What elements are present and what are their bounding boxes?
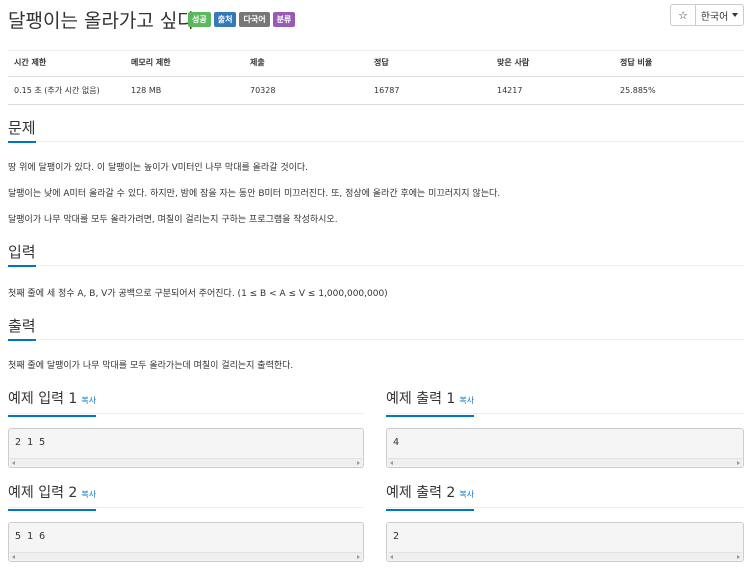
header-memory-limit: 메모리 제한	[125, 50, 244, 77]
header-accepted: 정답	[368, 50, 491, 77]
section-description-header: 문제	[8, 118, 744, 143]
scroll-left-icon[interactable]	[12, 555, 15, 559]
header-time-limit: 시간 제한	[8, 50, 125, 77]
header-solved-users: 맞은 사람	[491, 50, 614, 77]
sample-output-2-box[interactable]: 2	[386, 522, 744, 562]
label-multilang[interactable]: 다국어	[239, 12, 270, 27]
sample-title-text: 예제 입력 1	[8, 391, 78, 407]
description-paragraph: 달팽이는 낮에 A미터 올라갈 수 있다. 하지만, 밤에 잠을 자는 동안 B…	[8, 189, 501, 199]
label-source[interactable]: 출처	[213, 12, 237, 27]
header-submissions: 제출	[244, 50, 368, 77]
output-description: 첫째 줄에 달팽이가 나무 막대를 모두 올라가는데 며칠이 걸리는지 출력한다…	[8, 361, 294, 371]
scroll-left-icon[interactable]	[390, 461, 393, 465]
label-success[interactable]: 성공	[188, 12, 211, 27]
sample-output-1-header: 예제 출력 1 복사	[386, 388, 744, 417]
section-output-header: 출력	[8, 316, 744, 341]
sample-output-1-box[interactable]: 4	[386, 428, 744, 468]
value-ratio: 25.885%	[614, 76, 744, 105]
scroll-left-icon[interactable]	[12, 461, 15, 465]
horizontal-scrollbar[interactable]	[10, 458, 362, 466]
table-header-row: 시간 제한 메모리 제한 제출 정답 맞은 사람 정답 비율	[8, 50, 744, 77]
scroll-right-icon[interactable]	[737, 461, 740, 465]
scroll-right-icon[interactable]	[737, 555, 740, 559]
scroll-right-icon[interactable]	[357, 555, 360, 559]
scroll-right-icon[interactable]	[357, 461, 360, 465]
caret-down-icon	[732, 13, 739, 17]
sample-input-1-title: 예제 입력 1 복사	[8, 390, 97, 417]
favorite-button[interactable]: ☆	[670, 4, 696, 26]
sample-title-text: 예제 출력 2	[386, 485, 456, 501]
sample-input-2-header: 예제 입력 2 복사	[8, 482, 364, 511]
sample-input-1-header: 예제 입력 1 복사	[8, 388, 364, 417]
sample-input-2-code: 5 1 6	[15, 531, 46, 542]
sample-input-1-code: 2 1 5	[15, 437, 46, 448]
copy-button[interactable]: 복사	[459, 396, 474, 405]
problem-header: 달팽이는 올라가고 싶다 성공 출처 다국어 분류 ☆ 한국어	[8, 4, 744, 34]
problem-labels: 성공 출처 다국어 분류	[188, 12, 296, 27]
problem-info-table: 시간 제한 메모리 제한 제출 정답 맞은 사람 정답 비율 0.15 초 (추…	[8, 50, 744, 105]
horizontal-scrollbar[interactable]	[388, 552, 742, 560]
copy-button[interactable]: 복사	[459, 490, 474, 499]
section-description-title: 문제	[8, 119, 36, 143]
sample-title-text: 예제 입력 2	[8, 485, 78, 501]
value-accepted: 16787	[368, 76, 491, 105]
section-output-title: 출력	[8, 317, 36, 341]
section-input-header: 입력	[8, 242, 744, 267]
language-dropdown[interactable]: 한국어	[696, 4, 744, 26]
value-time-limit: 0.15 초 (추가 시간 없음)	[8, 76, 125, 105]
sample-output-1-title: 예제 출력 1 복사	[386, 390, 475, 417]
scroll-left-icon[interactable]	[390, 555, 393, 559]
value-solved-users: 14217	[491, 76, 614, 105]
sample-input-1-box[interactable]: 2 1 5	[8, 428, 364, 468]
section-input-title: 입력	[8, 243, 36, 267]
description-paragraph: 땅 위에 달팽이가 있다. 이 달팽이는 높이가 V미터인 나무 막대를 올라갈…	[8, 163, 309, 173]
sample-title-text: 예제 출력 1	[386, 391, 456, 407]
language-label: 한국어	[700, 11, 729, 23]
sample-output-2-header: 예제 출력 2 복사	[386, 482, 744, 511]
value-memory-limit: 128 MB	[125, 76, 244, 105]
description-paragraph: 달팽이가 나무 막대를 모두 올라가려면, 며칠이 걸리는지 구하는 프로그램을…	[8, 215, 338, 225]
sample-input-2-title: 예제 입력 2 복사	[8, 484, 97, 511]
copy-button[interactable]: 복사	[81, 490, 96, 499]
value-submissions: 70328	[244, 76, 368, 105]
horizontal-scrollbar[interactable]	[388, 458, 742, 466]
sample-output-2-title: 예제 출력 2 복사	[386, 484, 475, 511]
label-category[interactable]: 분류	[272, 12, 296, 27]
star-icon: ☆	[678, 8, 688, 22]
sample-output-2-code: 2	[393, 531, 400, 542]
sample-input-2-box[interactable]: 5 1 6	[8, 522, 364, 562]
sample-output-1-code: 4	[393, 437, 400, 448]
input-description: 첫째 줄에 세 정수 A, B, V가 공백으로 구분되어서 주어진다. (1 …	[8, 289, 388, 299]
header-ratio: 정답 비율	[614, 50, 744, 77]
copy-button[interactable]: 복사	[81, 396, 96, 405]
table-row: 0.15 초 (추가 시간 없음) 128 MB 70328 16787 142…	[8, 76, 744, 105]
header-button-group: ☆ 한국어	[670, 4, 744, 26]
horizontal-scrollbar[interactable]	[10, 552, 362, 560]
problem-title: 달팽이는 올라가고 싶다	[8, 10, 195, 32]
